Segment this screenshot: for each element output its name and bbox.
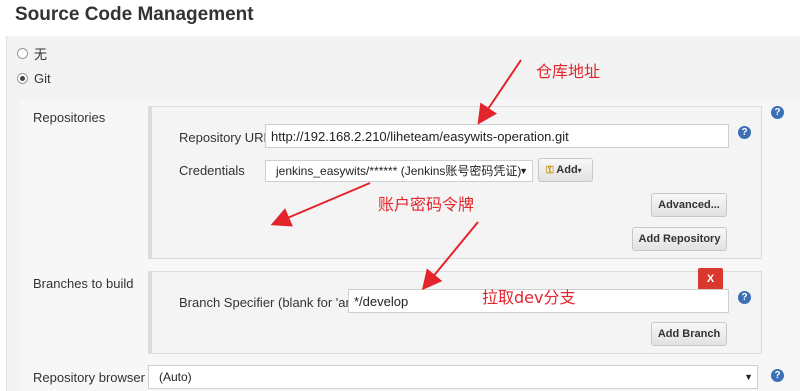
annotation-arrows	[270, 59, 522, 291]
arrow-to-repository-url	[477, 59, 522, 125]
arrow-to-credentials	[270, 182, 371, 227]
arrow-to-branch-specifier	[421, 221, 479, 291]
